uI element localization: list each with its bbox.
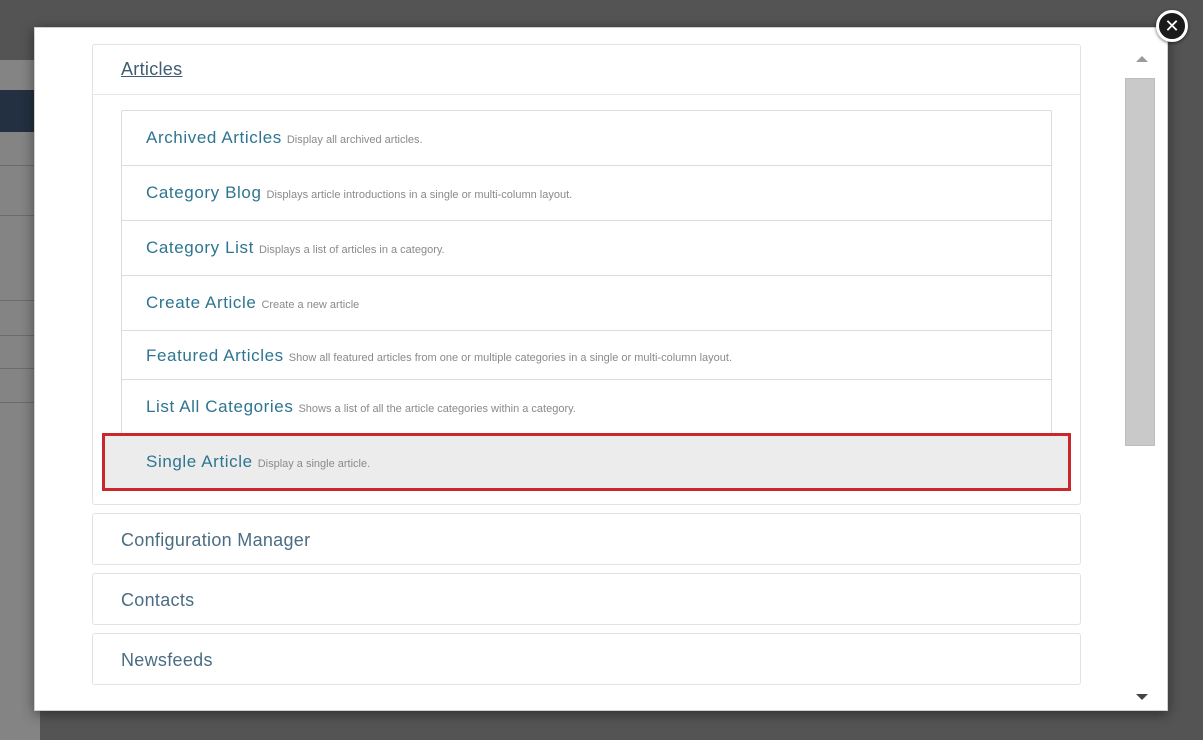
item-description: Create a new article: [261, 299, 360, 311]
group-heading-configuration-manager[interactable]: Configuration Manager: [93, 514, 1080, 566]
menu-type-list-all-categories[interactable]: List All Categories Shows a list of all t…: [122, 380, 1051, 435]
item-description: Shows a list of all the article categori…: [298, 403, 576, 415]
item-title: Featured Articles: [146, 346, 284, 365]
menu-type-accordion: Articles Archived Articles Display all ar…: [92, 44, 1081, 693]
group-heading-articles[interactable]: Articles: [93, 45, 1080, 95]
group-contacts: Contacts: [92, 573, 1081, 625]
item-description: Displays a list of articles in a categor…: [258, 244, 445, 256]
articles-item-list: Archived Articles Display all archived ar…: [102, 110, 1071, 491]
group-configuration-manager: Configuration Manager: [92, 513, 1081, 565]
group-heading-contacts[interactable]: Contacts: [93, 574, 1080, 626]
menu-type-featured-articles[interactable]: Featured Articles Show all featured artic…: [122, 331, 1051, 380]
item-title: Category Blog: [146, 183, 262, 202]
item-description: Display all archived articles.: [286, 134, 423, 146]
group-articles: Articles Archived Articles Display all ar…: [92, 44, 1081, 505]
scroll-up-arrow-icon[interactable]: [1136, 56, 1148, 62]
scroll-down-arrow-icon[interactable]: [1136, 694, 1148, 700]
item-description: Displays article introductions in a sing…: [266, 189, 573, 201]
item-description: Show all featured articles from one or m…: [288, 352, 733, 364]
menu-type-category-list[interactable]: Category List Displays a list of articles…: [122, 221, 1051, 276]
item-description: Display a single article.: [257, 458, 371, 470]
item-title: Category List: [146, 238, 254, 257]
menu-item-type-modal: Articles Archived Articles Display all ar…: [34, 27, 1168, 711]
group-heading-newsfeeds[interactable]: Newsfeeds: [93, 634, 1080, 686]
group-body-articles: Archived Articles Display all archived ar…: [93, 95, 1080, 504]
scrollbar-thumb[interactable]: [1125, 78, 1155, 446]
item-title: Create Article: [146, 293, 257, 312]
menu-type-single-article[interactable]: Single Article Display a single article.: [102, 433, 1071, 491]
close-icon[interactable]: ✕: [1156, 10, 1188, 42]
item-title: Single Article: [146, 452, 253, 471]
group-newsfeeds: Newsfeeds: [92, 633, 1081, 685]
item-title: Archived Articles: [146, 128, 282, 147]
menu-type-category-blog[interactable]: Category Blog Displays article introducti…: [122, 166, 1051, 221]
vertical-scrollbar[interactable]: [1122, 40, 1162, 710]
menu-type-archived-articles[interactable]: Archived Articles Display all archived ar…: [122, 111, 1051, 166]
item-title: List All Categories: [146, 397, 294, 416]
menu-type-create-article[interactable]: Create Article Create a new article: [122, 276, 1051, 331]
